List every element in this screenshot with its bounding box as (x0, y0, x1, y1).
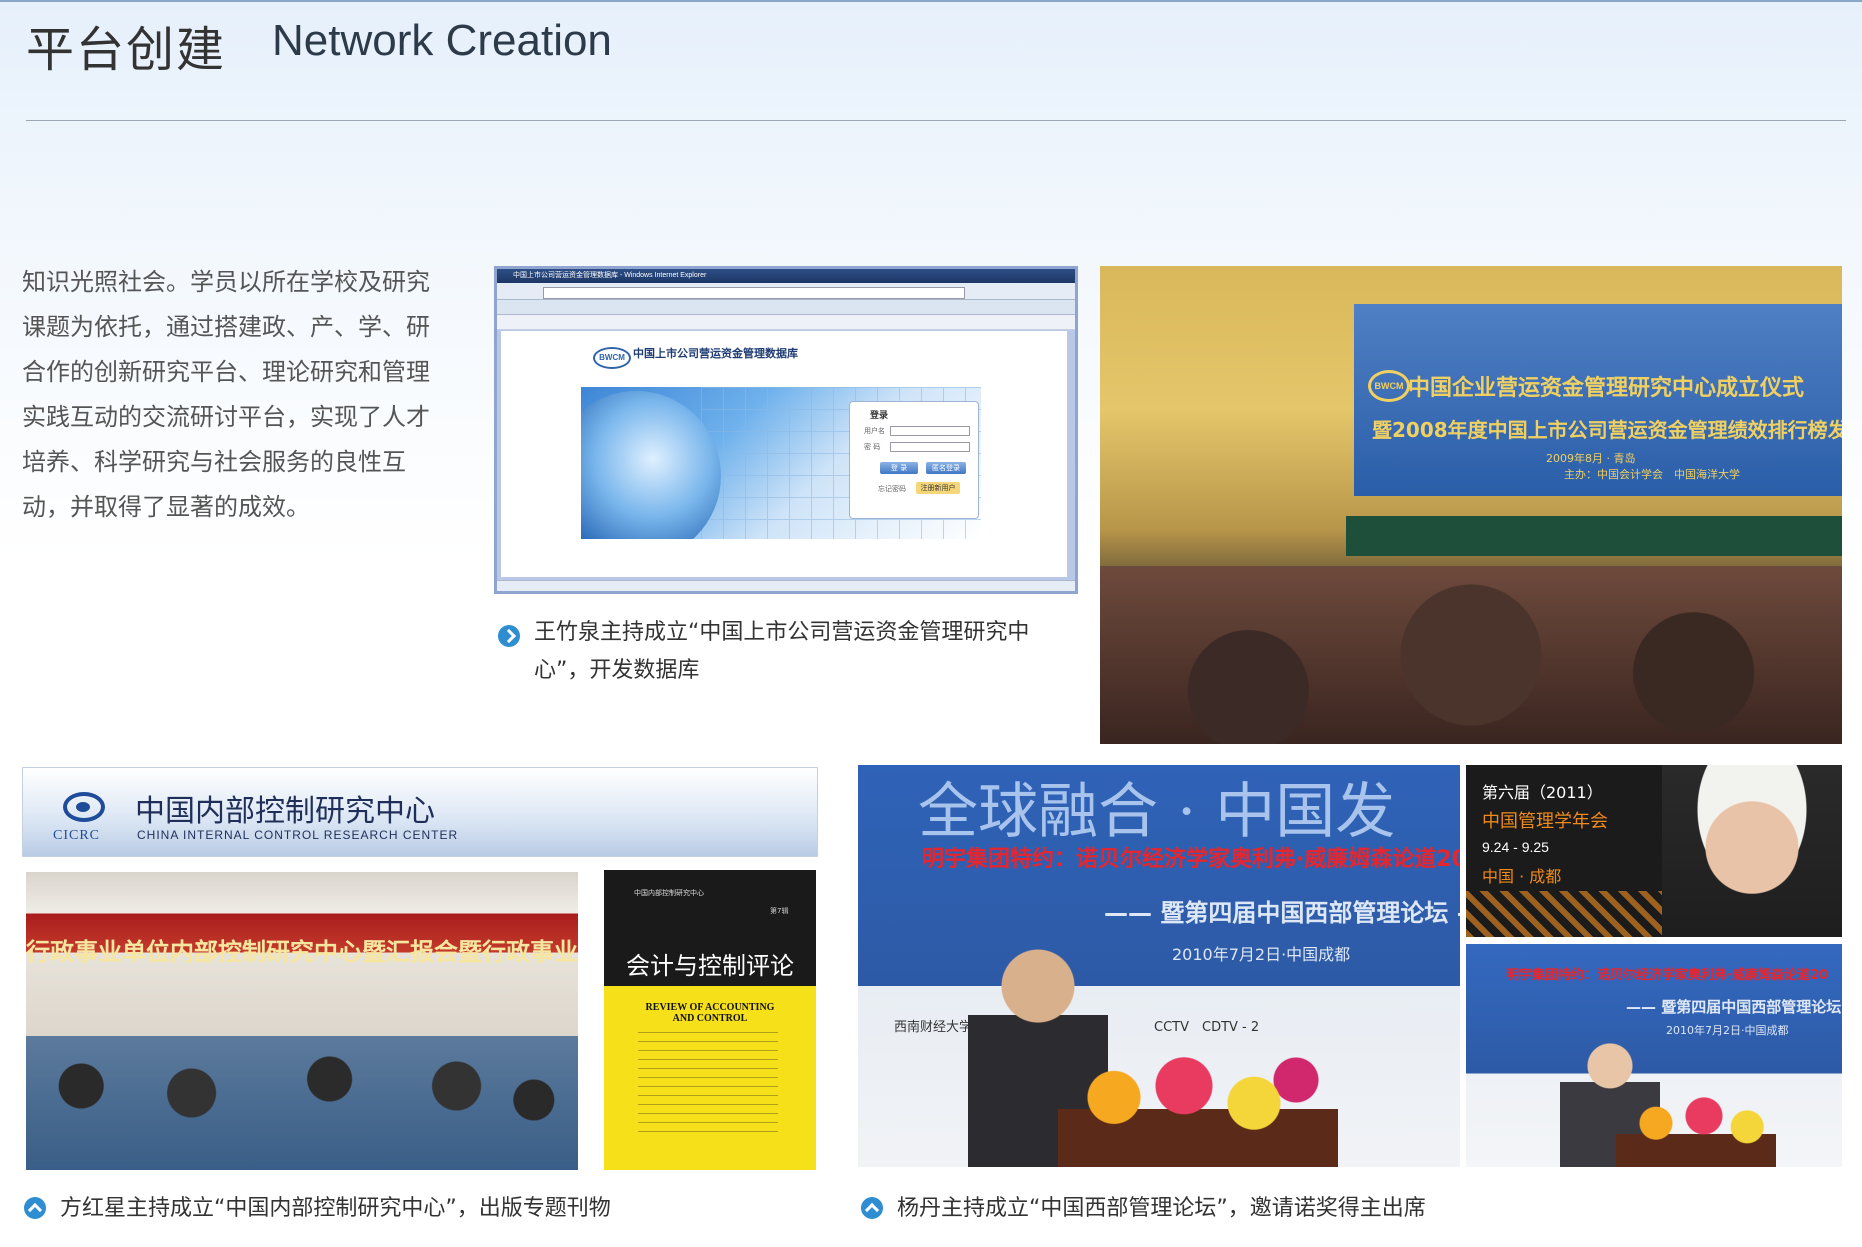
caption-database: 王竹泉主持成立“中国上市公司营运资金管理研究中心”，开发数据库 (534, 620, 1030, 683)
address-bar (543, 287, 965, 299)
podium-flowers-2 (1616, 1094, 1776, 1167)
browser-toolbar (497, 315, 1075, 330)
chevron-up-icon (24, 1197, 46, 1219)
audience (1100, 566, 1842, 744)
conference-photo: BWCM 中国企业营运资金管理研究中心成立仪式 暨2008年度中国上市公司营运资… (1100, 266, 1842, 744)
head-table (1346, 516, 1842, 556)
cicrc-logo-icon (63, 792, 105, 822)
journal-english-line-1: REVIEW OF ACCOUNTING (645, 1002, 775, 1013)
cicrc-english-name: CHINA INTERNAL CONTROL RESEARCH CENTER (137, 828, 459, 842)
login-panel: 登录 用户名 密 码 登 录 匿名登录 忘记密码 注册新用户 (849, 401, 979, 519)
backdrop-line-1: 中国企业营运资金管理研究中心成立仪式 (1408, 376, 1805, 401)
journal-title: 会计与控制评论 (626, 952, 794, 980)
journal-english-title: REVIEW OF ACCOUNTING AND CONTROL (604, 1002, 816, 1024)
meeting-attendees (26, 1030, 578, 1170)
password-label: 密 码 (864, 443, 881, 451)
poster-name: 中国管理学年会 (1482, 811, 1608, 832)
backdrop-logo: BWCM (1368, 370, 1410, 402)
anonymous-login-button[interactable]: 匿名登录 (926, 462, 966, 474)
register-button[interactable]: 注册新用户 (916, 482, 960, 494)
caption-cicrc: 方红星主持成立“中国内部控制研究中心”，出版专题刊物 (60, 1196, 611, 1221)
intro-paragraph: 知识光照社会。学员以所在学校及研究课题为依托，通过搭建政、产、学、研合作的创新研… (22, 268, 430, 521)
journal-contents (638, 1032, 778, 1132)
nobel-laureate-portrait (1662, 765, 1842, 937)
forum-big-slogan: 全球融合 · 中国发 (918, 777, 1396, 847)
forum-sponsor-strip: 西南财经大学 CCTV CDTV - 2 (894, 1020, 1260, 1035)
login-title: 登录 (870, 411, 889, 421)
backdrop-line-4: 主办：中国会计学会 中国海洋大学 (1564, 468, 1740, 481)
forum-title-line: —— 暨第四届中国西部管理论坛 —— (1104, 899, 1460, 927)
username-label: 用户名 (864, 427, 885, 435)
poster-edition: 第六届（2011） (1482, 783, 1603, 802)
poster-dates: 9.24 - 9.25 (1482, 839, 1549, 855)
username-field[interactable] (890, 426, 970, 436)
journal-issue: 第7辑 (770, 907, 789, 915)
forum2-date: 2010年7月2日·中国成都 (1666, 1024, 1789, 1037)
top-rule (0, 0, 1862, 2)
page-title: 平台创建 (26, 22, 227, 78)
bwcm-logo: BWCM (593, 347, 631, 369)
globe-icon (581, 391, 721, 539)
browser-statusbar (497, 580, 1075, 591)
browser-page: BWCM 中国上市公司营运资金管理数据库 登录 用户名 密 码 登 录 匿名登录… (501, 331, 1067, 577)
login-button[interactable]: 登 录 (880, 462, 918, 474)
database-screenshot: 中国上市公司营运资金管理数据库 - Windows Internet Explo… (494, 266, 1078, 594)
browser-titlebar: 中国上市公司营运资金管理数据库 - Windows Internet Explo… (497, 269, 1075, 283)
journal-english-line-2: AND CONTROL (672, 1013, 748, 1024)
podium-flowers (1058, 1051, 1338, 1167)
cicrc-abbreviation: CICRC (53, 828, 101, 843)
poster-location: 中国 · 成都 (1482, 867, 1562, 886)
database-title: 中国上市公司营运资金管理数据库 (633, 347, 798, 360)
meeting-banner-text: 行政事业单位内部控制研究中心暨汇报会暨行政事业单位内部控制 (26, 938, 578, 966)
forgot-password-link[interactable]: 忘记密码 (878, 484, 906, 494)
password-field[interactable] (890, 442, 970, 452)
backdrop-line-3: 2009年8月 · 青岛 (1546, 452, 1636, 465)
backdrop-line-2: 暨2008年度中国上市公司营运资金管理绩效排行榜发布会 (1372, 418, 1842, 442)
forum2-title-line: —— 暨第四届中国西部管理论坛 (1626, 998, 1842, 1016)
browser-favorites-row (497, 300, 1075, 315)
cicrc-chinese-name: 中国内部控制研究中心 (135, 794, 435, 829)
forum2-sponsor-line: 明宇集团特约：诺贝尔经济学家奥利弗·威廉姆森论道20 (1506, 968, 1829, 983)
browser-address-row (497, 283, 1075, 300)
chevron-up-icon (861, 1197, 883, 1219)
cicrc-banner: CICRC 中国内部控制研究中心 CHINA INTERNAL CONTROL … (22, 767, 818, 857)
journal-publisher: 中国内部控制研究中心 (634, 889, 704, 897)
meeting-photo: 行政事业单位内部控制研究中心暨汇报会暨行政事业单位内部控制 (26, 872, 578, 1170)
page-subtitle: Network Creation (272, 16, 612, 65)
forum-photo: 全球融合 · 中国发 明宇集团特约：诺贝尔经济学家奥利弗·威廉姆森论道201 —… (858, 765, 1460, 1167)
chevron-right-icon (498, 625, 520, 647)
forum-sponsor-line: 明宇集团特约：诺贝尔经济学家奥利弗·威廉姆森论道201 (922, 847, 1460, 872)
forum-date: 2010年7月2日·中国成都 (1172, 945, 1351, 964)
database-banner: 登录 用户名 密 码 登 录 匿名登录 忘记密码 注册新用户 (581, 387, 981, 539)
annual-meeting-poster: 第六届（2011） 中国管理学年会 9.24 - 9.25 中国 · 成都 (1466, 765, 1662, 937)
header-divider (26, 120, 1846, 121)
journal-cover: 中国内部控制研究中心 第7辑 会计与控制评论 REVIEW OF ACCOUNT… (604, 870, 816, 1170)
caption-forum: 杨丹主持成立“中国西部管理论坛”，邀请诺奖得主出席 (897, 1196, 1426, 1221)
forum-laureate-photo: 明宇集团特约：诺贝尔经济学家奥利弗·威廉姆森论道20 —— 暨第四届中国西部管理… (1466, 944, 1842, 1167)
